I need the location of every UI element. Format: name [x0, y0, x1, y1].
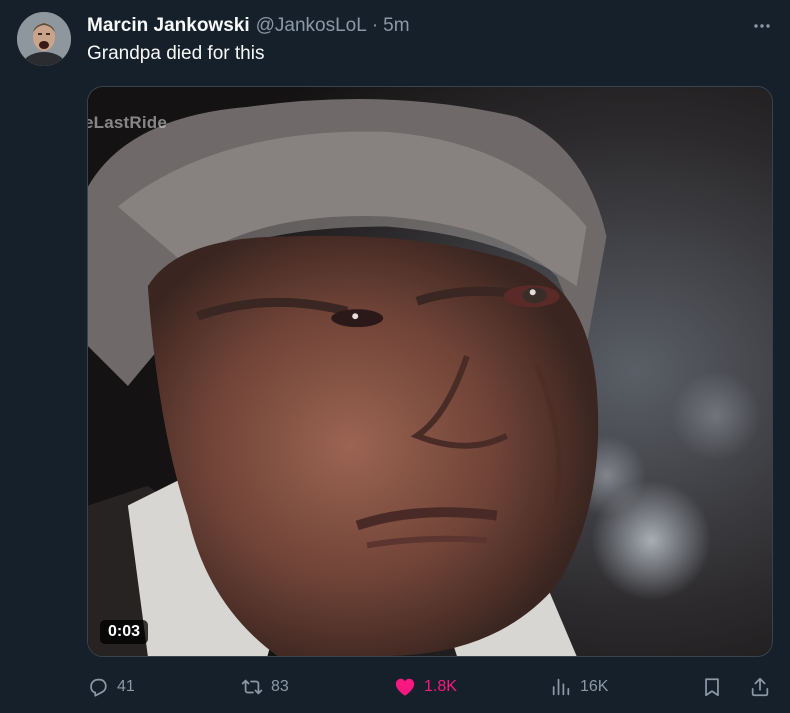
more-horizontal-icon	[754, 24, 770, 28]
separator-dot: ·	[371, 15, 379, 36]
analytics-icon	[552, 678, 570, 696]
retweet-icon	[241, 679, 263, 695]
tweet-text: Grandpa died for this	[87, 43, 265, 64]
avatar-image	[17, 12, 71, 66]
bookmark-icon	[705, 678, 719, 697]
avatar[interactable]	[17, 12, 71, 66]
timestamp[interactable]: 5m	[383, 15, 409, 37]
heart-filled-icon	[395, 678, 415, 696]
video-duration-badge: 0:03	[100, 620, 149, 644]
views-count: 16K	[580, 678, 609, 695]
action-bar: 41 83 1.8K 16K	[87, 671, 777, 703]
share-button[interactable]	[749, 671, 771, 703]
like-count: 1.8K	[424, 678, 457, 695]
views-button[interactable]: 16K	[550, 671, 608, 703]
reply-icon	[90, 678, 107, 697]
retweet-count: 83	[271, 678, 289, 695]
reply-button[interactable]: 41	[87, 671, 135, 703]
more-options-button[interactable]	[748, 12, 776, 40]
like-button[interactable]: 1.8K	[394, 671, 457, 703]
video-thumbnail	[88, 87, 772, 656]
tweet[interactable]: Marcin Jankowski @JankosLoL · 5m Grandpa…	[0, 0, 790, 713]
bookmark-button[interactable]	[701, 671, 723, 703]
retweet-button[interactable]: 83	[241, 671, 289, 703]
video-watermark: eLastRide	[87, 113, 168, 132]
share-icon	[751, 677, 769, 697]
video-player[interactable]: eLastRide 0:03	[87, 86, 773, 657]
user-handle[interactable]: @JankosLoL	[256, 15, 367, 37]
display-name[interactable]: Marcin Jankowski	[87, 15, 250, 37]
reply-count: 41	[117, 678, 135, 695]
tweet-header: Marcin Jankowski @JankosLoL · 5m	[87, 14, 410, 38]
